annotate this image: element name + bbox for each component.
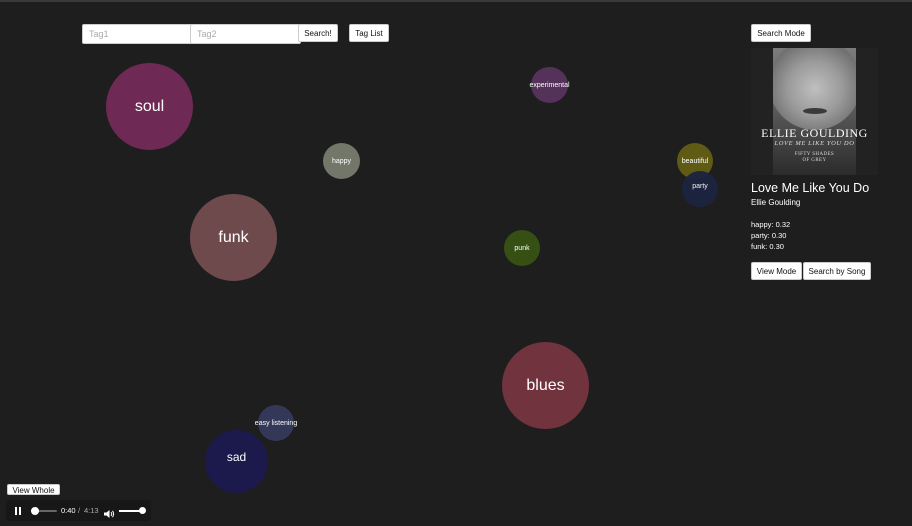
bubble-easy-listening[interactable]: easy listening (254, 405, 298, 441)
bubble-happy[interactable]: happy (323, 143, 360, 179)
volume-handle[interactable] (138, 507, 146, 514)
album-art-artist: ELLIE GOULDING (761, 126, 868, 140)
bubble-label: party (692, 182, 708, 190)
time-separator: / (78, 506, 81, 515)
album-art: ELLIE GOULDING LOVE ME LIKE YOU DO FIFTY… (751, 48, 878, 175)
tag-score: funk: 0.30 (751, 242, 784, 251)
bubble-label: blues (526, 376, 565, 394)
tag1-input[interactable] (82, 24, 193, 44)
bubble-sad[interactable]: sad (205, 430, 268, 493)
progress-bar[interactable] (31, 507, 57, 515)
bubble-label: punk (514, 244, 530, 252)
search-button[interactable]: Search! (298, 24, 338, 42)
album-art-subtitle: FIFTY SHADES OF GREY (751, 152, 878, 164)
tag-score: happy: 0.32 (751, 220, 791, 229)
current-time: 0:40 (61, 506, 76, 515)
bubble-soul[interactable]: soul (106, 63, 193, 150)
bubble-blues[interactable]: blues (502, 342, 589, 429)
audio-player: 0:40 / 4:13 (6, 500, 151, 521)
tag-score: party: 0.30 (751, 231, 787, 240)
volume-icon[interactable] (104, 506, 115, 518)
total-time: 4:13 (84, 506, 99, 515)
album-art-title: LOVE ME LIKE YOU DO (774, 140, 855, 147)
album-art-subtitle-line: OF GREY (802, 158, 827, 163)
volume-slider[interactable] (119, 507, 146, 514)
song-title: Love Me Like You Do (751, 181, 870, 195)
bubble-experimental[interactable]: experimental (529, 67, 570, 103)
top-border (0, 0, 912, 2)
search-mode-button[interactable]: Search Mode (751, 24, 811, 42)
bubble-funk[interactable]: funk (190, 194, 277, 281)
album-art-lips (803, 108, 827, 114)
tag-list-button[interactable]: Tag List (349, 24, 389, 42)
bubble-label: easy listening (254, 419, 298, 427)
bubble-label: soul (134, 97, 165, 115)
song-artist: Ellie Goulding (751, 198, 801, 207)
view-whole-button[interactable]: View Whole (7, 484, 60, 495)
bubble-label: funk (218, 228, 249, 246)
pause-icon[interactable] (15, 507, 22, 515)
search-by-song-button[interactable]: Search by Song (803, 262, 871, 280)
bubble-label: beautiful (681, 157, 709, 165)
tag2-input[interactable] (190, 24, 301, 44)
bubble-punk[interactable]: punk (504, 230, 540, 266)
bubble-label: sad (226, 449, 247, 464)
bubble-label: happy (331, 157, 352, 165)
progress-handle[interactable] (31, 507, 40, 515)
view-mode-button[interactable]: View Mode (751, 262, 802, 280)
bubble-label: experimental (529, 81, 570, 89)
bubble-party[interactable]: party (682, 171, 718, 207)
album-art-face (769, 48, 861, 130)
